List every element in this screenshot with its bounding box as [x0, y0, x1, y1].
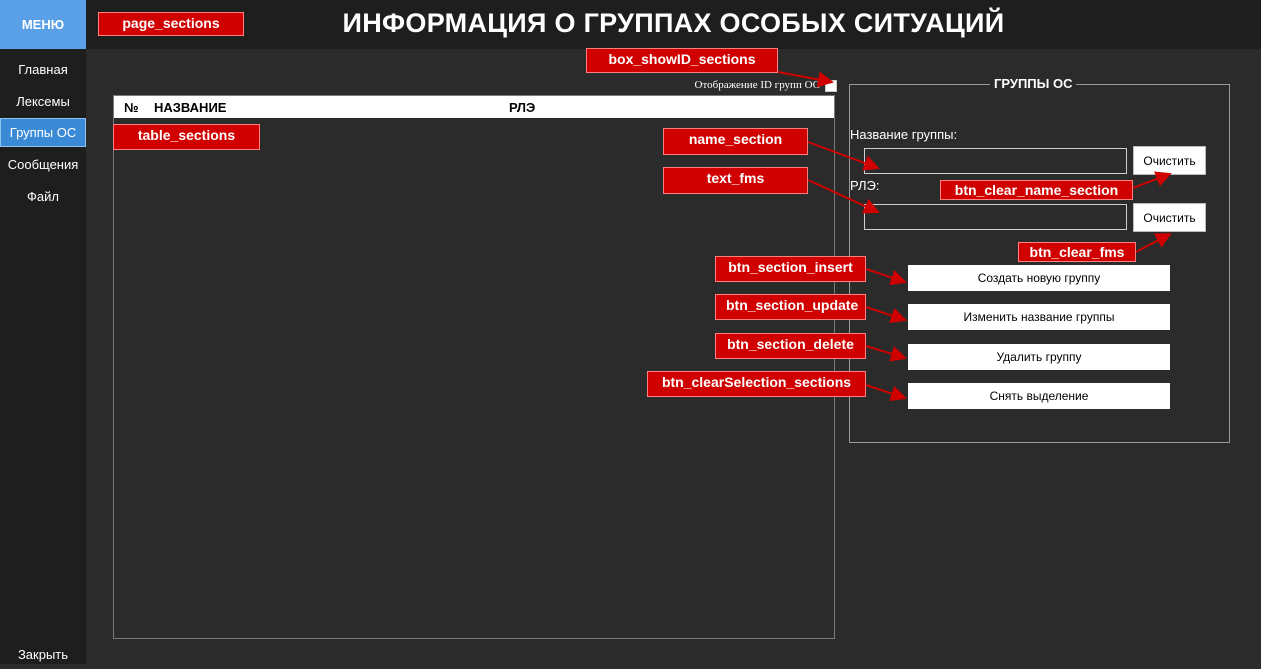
page-title: ИНФОРМАЦИЯ О ГРУППАХ ОСОБЫХ СИТУАЦИЙ [342, 8, 1005, 38]
annotation-text-fms: text_fms [663, 167, 808, 194]
close-button[interactable]: Закрыть [0, 640, 86, 669]
menu-title: МЕНЮ [0, 0, 86, 49]
column-header-number[interactable]: № [124, 100, 139, 115]
name-input[interactable] [864, 148, 1127, 174]
clear-selection-button[interactable]: Снять выделение [908, 383, 1170, 409]
sidebar-item-file[interactable]: Файл [0, 182, 86, 211]
sidebar-item-home[interactable]: Главная [0, 55, 86, 84]
sidebar-item-messages[interactable]: Сообщения [0, 150, 86, 179]
sidebar: МЕНЮ Главная Лексемы Группы ОС Сообщения… [0, 0, 86, 664]
fms-input[interactable] [864, 204, 1127, 230]
annotation-btn-clear-fms: btn_clear_fms [1018, 242, 1136, 262]
clear-fms-button[interactable]: Очистить [1133, 203, 1206, 232]
groupbox-title: ГРУППЫ ОС [990, 76, 1077, 91]
name-label: Название группы: [850, 127, 958, 142]
annotation-box-showid: box_showID_sections [586, 48, 778, 73]
table-header: № НАЗВАНИЕ РЛЭ [114, 96, 834, 118]
header: ИНФОРМАЦИЯ О ГРУППАХ ОСОБЫХ СИТУАЦИЙ [86, 0, 1261, 49]
sidebar-item-lexemes[interactable]: Лексемы [0, 87, 86, 116]
annotation-table-sections: table_sections [113, 124, 260, 150]
fms-label: РЛЭ: [850, 178, 880, 193]
annotation-btn-clear-selection: btn_clearSelection_sections [647, 371, 866, 397]
column-header-fms[interactable]: РЛЭ [509, 100, 535, 115]
rename-group-button[interactable]: Изменить название группы [908, 304, 1170, 330]
clear-name-button[interactable]: Очистить [1133, 146, 1206, 175]
sidebar-item-groups[interactable]: Группы ОС [0, 118, 86, 147]
annotation-btn-update: btn_section_update [715, 294, 866, 320]
annotation-btn-insert: btn_section_insert [715, 256, 866, 282]
annotation-name-section: name_section [663, 128, 808, 155]
annotation-page-sections: page_sections [98, 12, 244, 36]
create-group-button[interactable]: Создать новую группу [908, 265, 1170, 291]
annotation-btn-delete: btn_section_delete [715, 333, 866, 359]
delete-group-button[interactable]: Удалить группу [908, 344, 1170, 370]
annotation-btn-clear-name: btn_clear_name_section [940, 180, 1133, 200]
column-header-name[interactable]: НАЗВАНИЕ [154, 100, 226, 115]
show-id-label: Отображение ID групп ОС [694, 79, 821, 91]
show-id-checkbox[interactable] [825, 80, 837, 92]
